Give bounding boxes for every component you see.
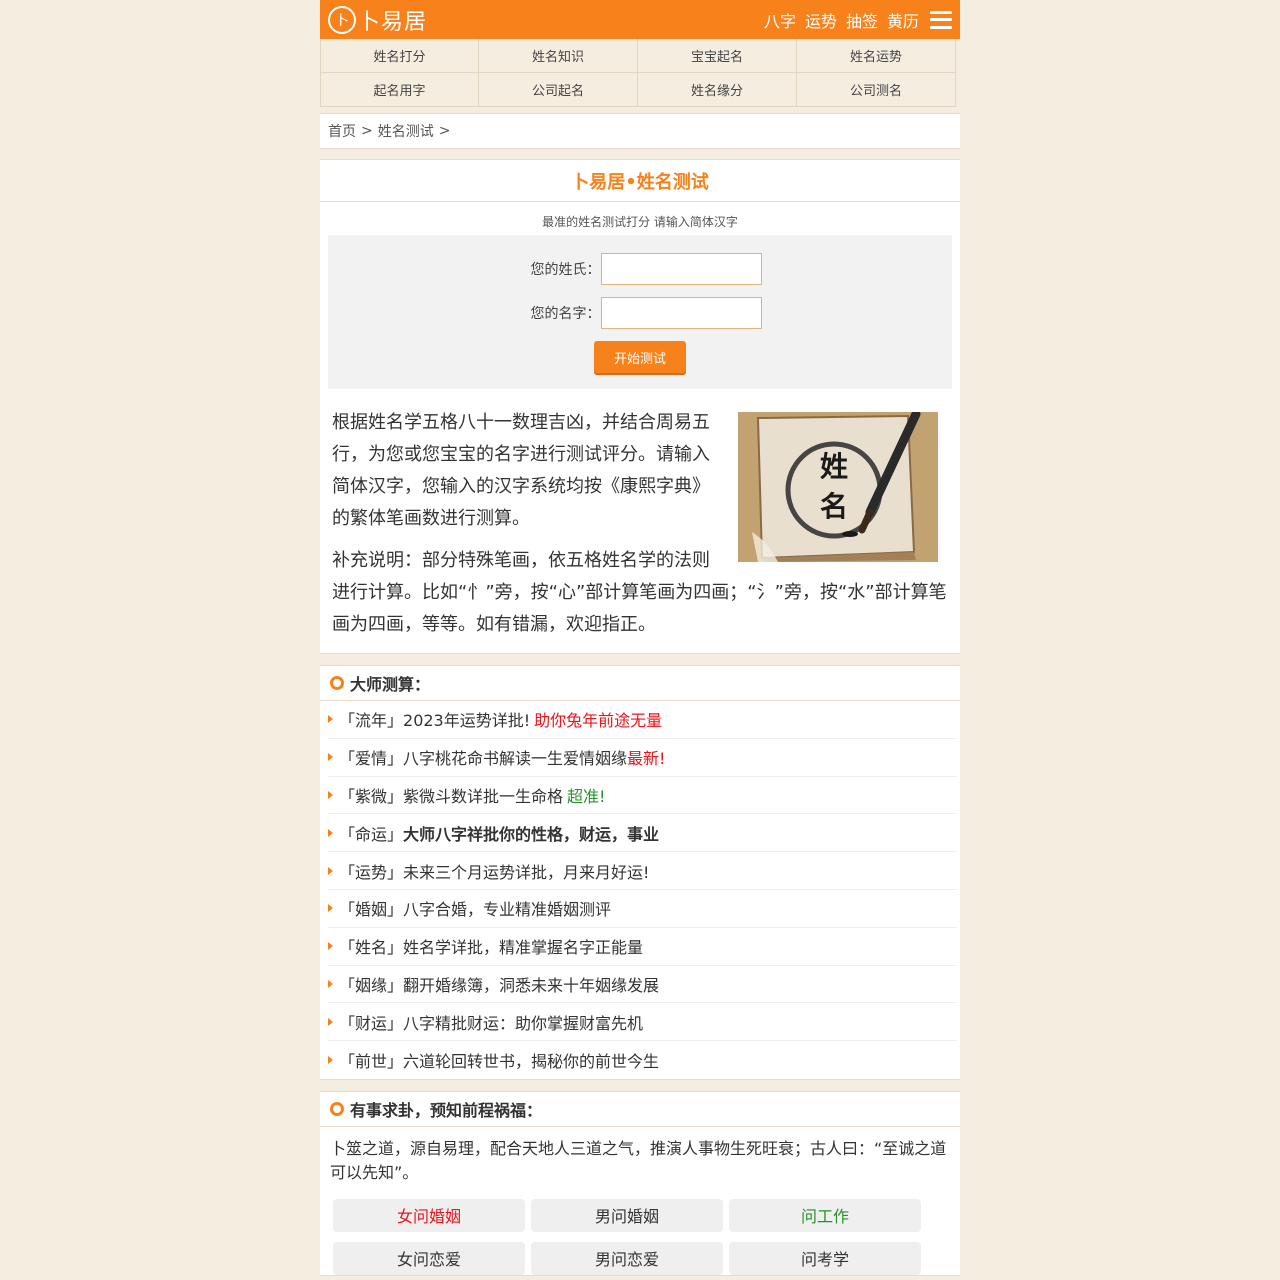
subnav-item[interactable]: 宝宝起名	[638, 39, 797, 73]
gua-button[interactable]: 女问婚姻	[333, 1198, 525, 1232]
intro-section: 姓 名 根据姓名学五格八十一数理吉凶，并结合周易五行，为您或您宝宝的名字进行测试…	[320, 389, 960, 653]
logo-icon: 卜	[328, 5, 356, 34]
image-char: 名	[820, 490, 848, 523]
divination-section: 有事求卦，预知前程祸福： 卜筮之道，源自易理，配合天地人三道之气，推演人事物生死…	[320, 1090, 960, 1276]
gua-button[interactable]: 男问婚姻	[531, 1198, 723, 1232]
subnav-item[interactable]: 公司起名	[479, 73, 638, 107]
arrow-right-icon	[328, 1056, 333, 1065]
page: 卜 卜易居 八字 运势 抽签 黄历 姓名打分 姓名知识 宝宝起名 姓名运势 起名…	[320, 0, 960, 1276]
master-section: 大师测算： 「流年」 2023年运势详批! 助你兔年前途无量 「爱情」 八字桃花命书解…	[320, 665, 960, 1080]
name-form: 您的姓氏： 您的名字： 开始测试	[328, 235, 952, 389]
panel-title: 卜易居•姓名测试	[320, 160, 960, 202]
section-header: 有事求卦，预知前程祸福：	[320, 1092, 960, 1127]
gua-button[interactable]: 女问恋爱	[333, 1241, 525, 1275]
subnav-item[interactable]: 姓名知识	[479, 39, 638, 73]
list-item[interactable]: 「流年」 2023年运势详批! 助你兔年前途无量	[328, 701, 957, 739]
breadcrumb-separator: >	[361, 123, 373, 139]
gua-button[interactable]: 问考学	[729, 1241, 921, 1275]
section-header: 大师测算：	[320, 666, 960, 701]
subnav-item[interactable]: 姓名运势	[797, 39, 956, 73]
logo-text: 卜易居	[358, 9, 428, 35]
arrow-right-icon	[328, 715, 333, 724]
breadcrumb-current[interactable]: 姓名测试	[378, 121, 434, 141]
image-char: 姓	[820, 450, 848, 483]
circle-bullet-icon	[330, 1101, 344, 1116]
given-name-input[interactable]	[600, 297, 762, 329]
name-calligraphy-image: 姓 名	[738, 412, 938, 562]
arrow-right-icon	[328, 979, 333, 988]
nav-huangli[interactable]: 黄历	[887, 8, 919, 32]
section-title: 大师测算：	[350, 675, 431, 694]
top-nav: 八字 运势 抽签 黄历	[755, 8, 952, 32]
list-item[interactable]: 「运势」 未来三个月运势详批，月来月好运!	[328, 852, 957, 890]
arrow-right-icon	[328, 828, 333, 837]
list-item[interactable]: 「姓名」 姓名学详批，精准掌握名字正能量	[328, 928, 957, 966]
given-name-row: 您的名字：	[328, 297, 952, 329]
panel-subtitle: 最准的姓名测试打分 请输入简体汉字	[542, 215, 738, 229]
top-bar: 卜 卜易居 八字 运势 抽签 黄历	[320, 0, 960, 39]
divination-intro: 卜筮之道，源自易理，配合天地人三道之气，推演人事物生死旺衰；古人曰：“至诚之道可…	[330, 1138, 947, 1182]
gua-button[interactable]: 问工作	[729, 1198, 921, 1232]
subnav-item[interactable]: 姓名打分	[320, 39, 479, 73]
list-item[interactable]: 「前世」 六道轮回转世书，揭秘你的前世今生	[328, 1041, 957, 1079]
master-list: 「流年」 2023年运势详批! 助你兔年前途无量 「爱情」 八字桃花命书解读一生爱情姻…	[320, 701, 960, 1079]
list-item[interactable]: 「紫微」 紫微斗数详批一生命格 超准!	[328, 777, 957, 815]
gua-button[interactable]: 男问恋爱	[531, 1241, 723, 1275]
nav-yunshi[interactable]: 运势	[805, 8, 837, 32]
surname-input[interactable]	[600, 253, 762, 285]
surname-row: 您的姓氏：	[328, 253, 952, 285]
arrow-right-icon	[328, 904, 333, 913]
subnav-item[interactable]: 公司测名	[797, 73, 956, 107]
list-item[interactable]: 「财运」 八字精批财运：助你掌握财富先机	[328, 1003, 957, 1042]
divination-buttons: 女问婚姻 男问婚姻 问工作 女问恋爱 男问恋爱 问考学	[320, 1198, 960, 1275]
circle-bullet-icon	[330, 676, 344, 690]
menu-icon[interactable]	[930, 10, 952, 29]
sub-nav: 姓名打分 姓名知识 宝宝起名 姓名运势 起名用字 公司起名 姓名缘分 公司测名	[320, 39, 960, 113]
name-test-panel: 卜易居•姓名测试 最准的姓名测试打分 请输入简体汉字 您的姓氏： 您的名字： 开…	[320, 159, 960, 654]
section-title: 有事求卦，预知前程祸福：	[350, 1100, 543, 1120]
list-item[interactable]: 「婚姻」 八字合婚，专业精准婚姻测评	[328, 890, 957, 928]
nav-chouqian[interactable]: 抽签	[846, 8, 878, 32]
arrow-right-icon	[328, 753, 333, 762]
arrow-right-icon	[328, 942, 333, 951]
list-item[interactable]: 「姻缘」 翻开婚缘簿，洞悉未来十年姻缘发展	[328, 966, 957, 1004]
given-name-label: 您的名字：	[530, 306, 601, 322]
site-logo[interactable]: 卜 卜易居	[328, 4, 427, 36]
arrow-right-icon	[328, 1017, 333, 1026]
nav-bazi[interactable]: 八字	[764, 8, 796, 32]
list-item[interactable]: 「爱情」 八字桃花命书解读一生爱情姻缘 最新!	[328, 739, 957, 777]
arrow-right-icon	[328, 866, 333, 875]
subnav-item[interactable]: 姓名缘分	[638, 73, 797, 107]
arrow-right-icon	[328, 790, 333, 799]
breadcrumb: 首页 > 姓名测试 >	[320, 113, 960, 149]
list-item[interactable]: 「命运」 大师八字祥批你的性格，财运，事业	[328, 814, 957, 853]
start-test-button[interactable]: 开始测试	[594, 341, 686, 373]
surname-label: 您的姓氏：	[530, 262, 601, 278]
breadcrumb-separator: >	[438, 123, 451, 139]
breadcrumb-home[interactable]: 首页	[328, 121, 356, 141]
subnav-item[interactable]: 起名用字	[320, 73, 479, 107]
